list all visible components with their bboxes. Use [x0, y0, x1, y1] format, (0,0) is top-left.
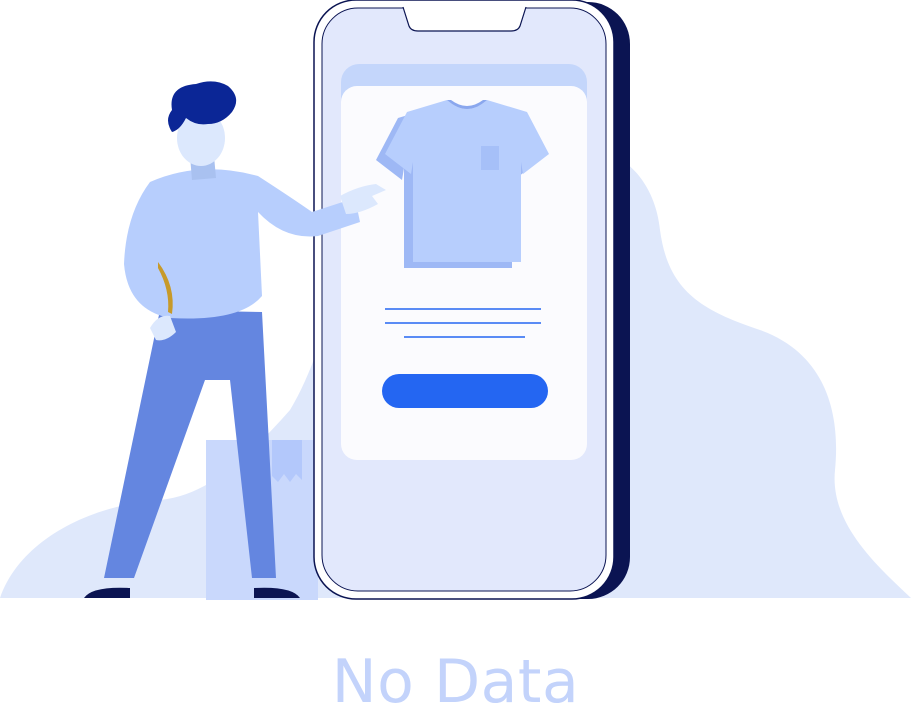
buy-button-shape: [382, 374, 548, 408]
empty-state-illustration: [0, 0, 911, 600]
empty-state: No Data: [0, 0, 911, 717]
empty-state-message: No Data: [331, 647, 580, 717]
phone: [313, 0, 630, 600]
phone-notch: [402, 6, 527, 32]
